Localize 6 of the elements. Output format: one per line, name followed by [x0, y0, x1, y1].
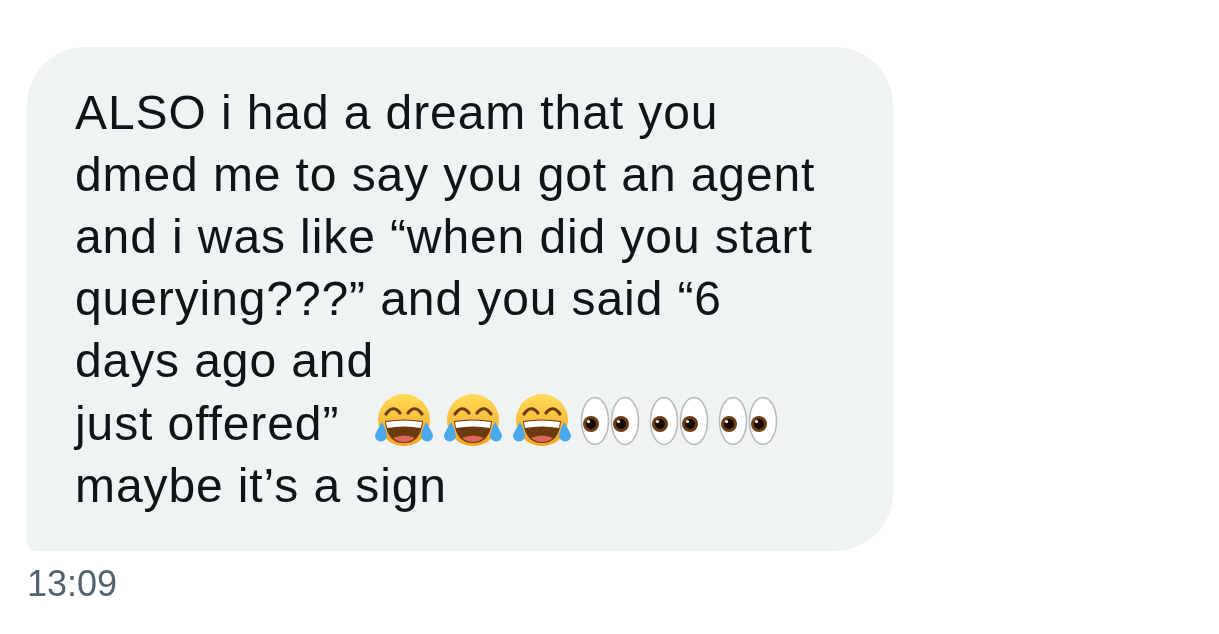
eyes-icon [580, 396, 641, 446]
message-text: just offered” [75, 397, 340, 450]
eyes-icon [649, 396, 710, 446]
message-text: maybe it’s a sign [75, 459, 447, 512]
eyes-icon [718, 396, 779, 446]
message-timestamp: 13:09 [27, 563, 118, 604]
